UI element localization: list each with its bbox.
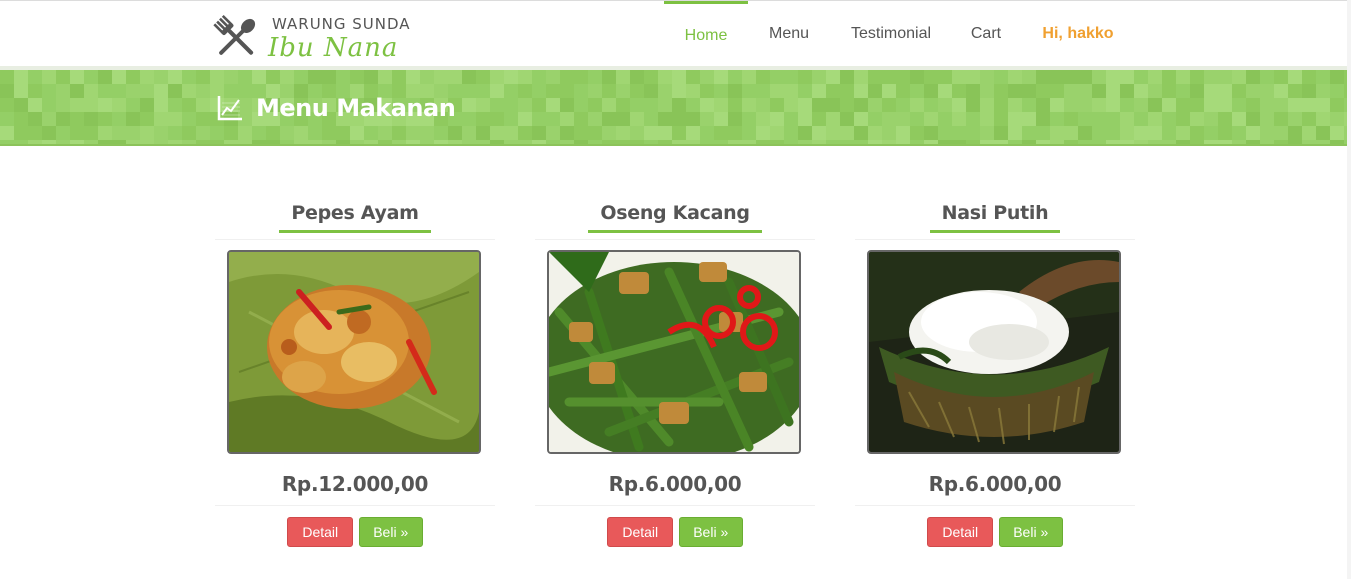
detail-button[interactable]: Detail: [287, 517, 354, 547]
product-card: Oseng Kacang Rp.6.000,00 Detail Beli »: [535, 196, 815, 556]
page-title: Menu Makanan: [256, 94, 456, 122]
product-price: Rp.6.000,00: [928, 472, 1062, 496]
product-actions: Detail Beli »: [535, 517, 815, 547]
product-card: Nasi Putih Rp.6.000,00 Detail Beli »: [855, 196, 1135, 556]
scrollbar-track[interactable]: [1347, 0, 1351, 579]
product-card: Pepes Ayam Rp.12.000,00 Detail Beli »: [215, 196, 495, 556]
product-title-area: Nasi Putih: [855, 196, 1135, 240]
product-actions: Detail Beli »: [855, 517, 1135, 547]
pepes-ayam-image: [229, 252, 479, 452]
nav-cart[interactable]: Cart: [968, 1, 1004, 66]
price-area: Rp.6.000,00: [535, 466, 815, 506]
price-area: Rp.6.000,00: [855, 466, 1135, 506]
product-price: Rp.6.000,00: [608, 472, 742, 496]
product-name: Oseng Kacang: [588, 196, 762, 233]
product-title-area: Oseng Kacang: [535, 196, 815, 240]
buy-button[interactable]: Beli »: [358, 517, 423, 547]
buy-button[interactable]: Beli »: [998, 517, 1063, 547]
product-image[interactable]: [867, 250, 1121, 454]
site-header: WARUNG SUNDA Ibu Nana Home Menu Testimon…: [0, 1, 1351, 66]
product-image[interactable]: [227, 250, 481, 454]
product-name: Nasi Putih: [929, 196, 1061, 233]
nav-testimonial[interactable]: Testimonial: [844, 1, 938, 66]
nav-menu[interactable]: Menu: [764, 1, 814, 66]
logo-script: Ibu Nana: [268, 33, 399, 63]
price-area: Rp.12.000,00: [215, 466, 495, 506]
site-logo[interactable]: WARUNG SUNDA Ibu Nana: [208, 11, 423, 67]
nasi-putih-image: [869, 252, 1119, 452]
line-chart-icon: [217, 96, 242, 121]
product-name: Pepes Ayam: [279, 196, 431, 233]
product-title-area: Pepes Ayam: [215, 196, 495, 240]
oseng-kacang-image: [549, 252, 799, 452]
page-banner: Menu Makanan: [0, 66, 1351, 146]
buy-button[interactable]: Beli »: [678, 517, 743, 547]
fork-spoon-icon: [213, 14, 256, 55]
nav-user-greeting[interactable]: Hi, hakko: [1038, 1, 1118, 66]
detail-button[interactable]: Detail: [607, 517, 674, 547]
nav-home[interactable]: Home: [664, 1, 748, 66]
product-price: Rp.12.000,00: [281, 472, 429, 496]
product-actions: Detail Beli »: [215, 517, 495, 547]
page-heading: Menu Makanan: [216, 92, 456, 124]
detail-button[interactable]: Detail: [927, 517, 994, 547]
product-image[interactable]: [547, 250, 801, 454]
logo-title: WARUNG SUNDA: [272, 15, 411, 33]
banner-pattern: [0, 70, 1351, 144]
